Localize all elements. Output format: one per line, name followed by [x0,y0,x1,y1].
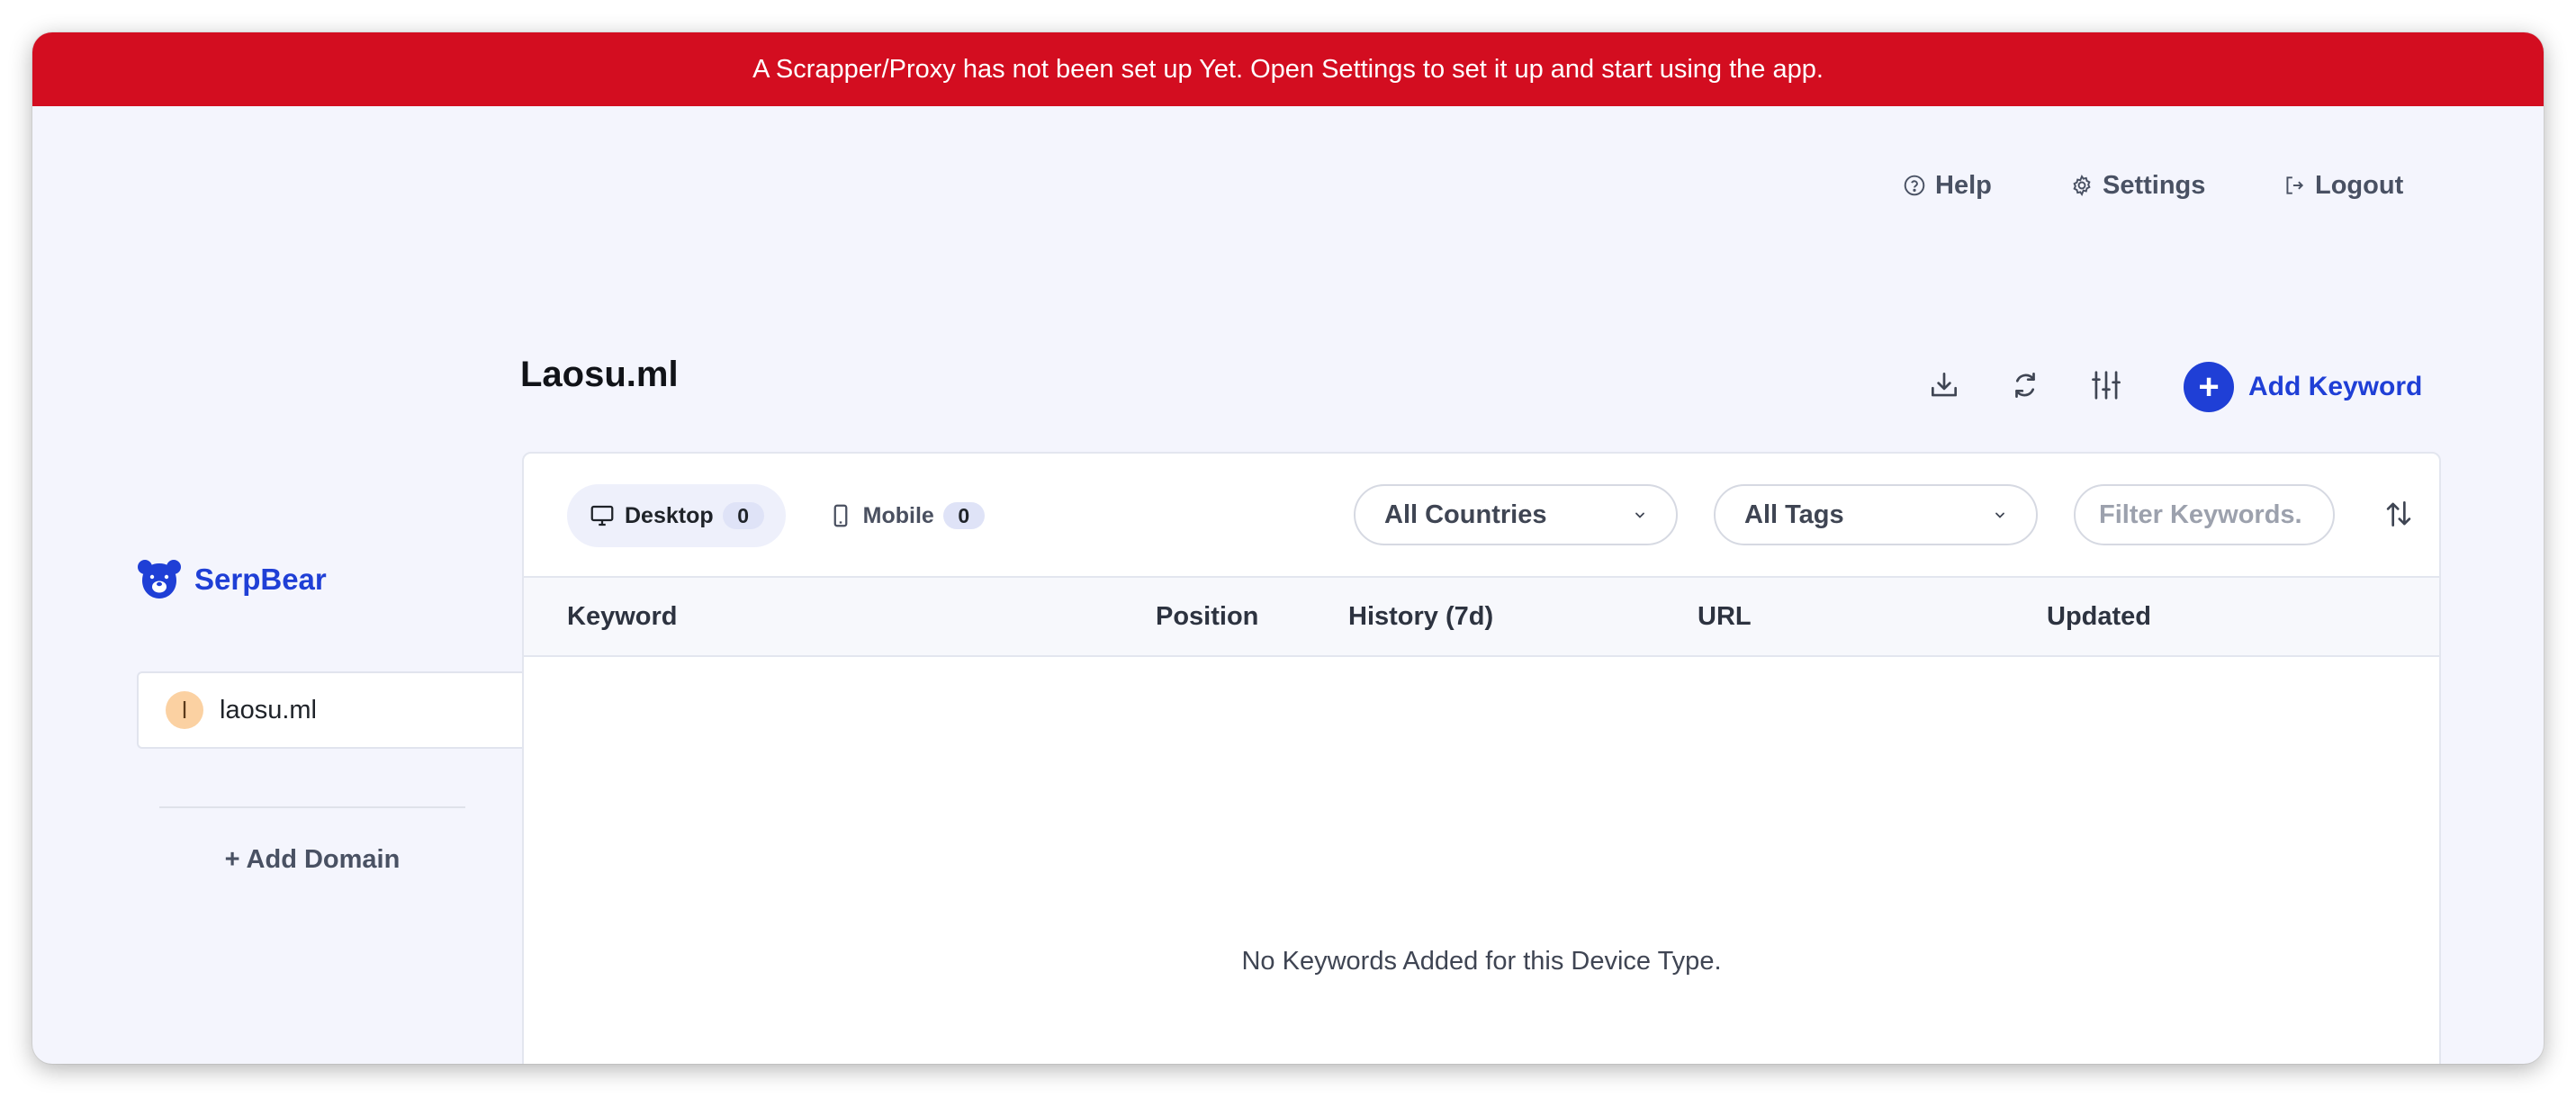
device-tabs: Desktop 0 Mobile 0 [567,484,1006,547]
tags-select[interactable]: All Tags [1714,484,2038,545]
top-navigation: Help Settings Logout [32,166,2544,205]
tab-desktop[interactable]: Desktop 0 [567,484,786,547]
plus-icon: + [2184,362,2234,412]
refresh-icon [2015,372,2035,399]
gear-icon [2073,174,2091,197]
tab-mobile-label: Mobile [862,502,934,528]
chevron-down-icon [1995,512,2004,518]
warning-banner: A Scrapper/Proxy has not been set up Yet… [32,32,2544,106]
export-button[interactable] [1923,364,1966,407]
domain-settings-button[interactable] [2085,364,2128,407]
logout-link[interactable]: Logout [2283,166,2403,205]
country-select-value: All Countries [1384,500,1547,529]
mobile-icon [833,504,848,527]
serpbear-logo[interactable]: SerpBear [137,558,327,601]
country-select[interactable]: All Countries [1354,484,1678,545]
column-header-keyword[interactable]: Keyword [567,578,677,655]
logout-icon [2286,176,2304,194]
settings-label: Settings [2103,170,2206,200]
column-header-position[interactable]: Position [1156,578,1258,655]
help-circle-icon [1904,175,1925,196]
column-header-updated: Updated [2047,601,2151,631]
add-keyword-label: Add Keyword [2248,372,2423,401]
keywords-card: Desktop 0 Mobile 0 All Countries All Tag… [522,452,2441,1064]
column-header-url: URL [1698,601,1752,631]
empty-state-message: No Keywords Added for this Device Type. [1241,947,1722,976]
chevron-down-icon [1635,512,1644,518]
sort-arrows-icon [2386,500,2411,527]
warning-banner-text: A Scrapper/Proxy has not been set up Yet… [752,54,1824,84]
domain-avatar: l [166,691,203,729]
refresh-button[interactable] [2004,364,2047,407]
table-header: Keyword Position History (7d) URL Update… [524,576,2439,657]
add-domain-button[interactable]: + Add Domain [137,839,488,880]
download-icon [1931,372,1958,397]
sliders-icon [2092,371,2121,400]
app-window: A Scrapper/Proxy has not been set up Yet… [32,32,2544,1064]
help-label: Help [1935,170,1992,200]
logo-text: SerpBear [194,562,327,596]
sidebar-item-laosu-ml[interactable]: l laosu.ml [137,671,533,749]
page-title: Laosu.ml [520,355,679,394]
domain-label: laosu.ml [220,695,317,724]
keyword-filter-input[interactable] [2074,484,2335,545]
bear-icon [138,560,181,598]
desktop-count-badge: 0 [722,502,764,529]
tab-mobile[interactable]: Mobile 0 [806,484,1006,547]
sidebar-divider [159,806,465,808]
logout-label: Logout [2315,170,2404,200]
tags-select-value: All Tags [1744,500,1844,529]
add-keyword-button[interactable]: + Add Keyword [2184,362,2422,412]
tab-desktop-label: Desktop [625,502,714,528]
help-link[interactable]: Help [1903,166,1992,205]
sort-button[interactable] [2376,491,2421,536]
mobile-count-badge: 0 [942,502,985,529]
settings-link[interactable]: Settings [2070,166,2205,205]
column-header-history: History (7d) [1348,601,1494,631]
desktop-icon [590,505,614,526]
